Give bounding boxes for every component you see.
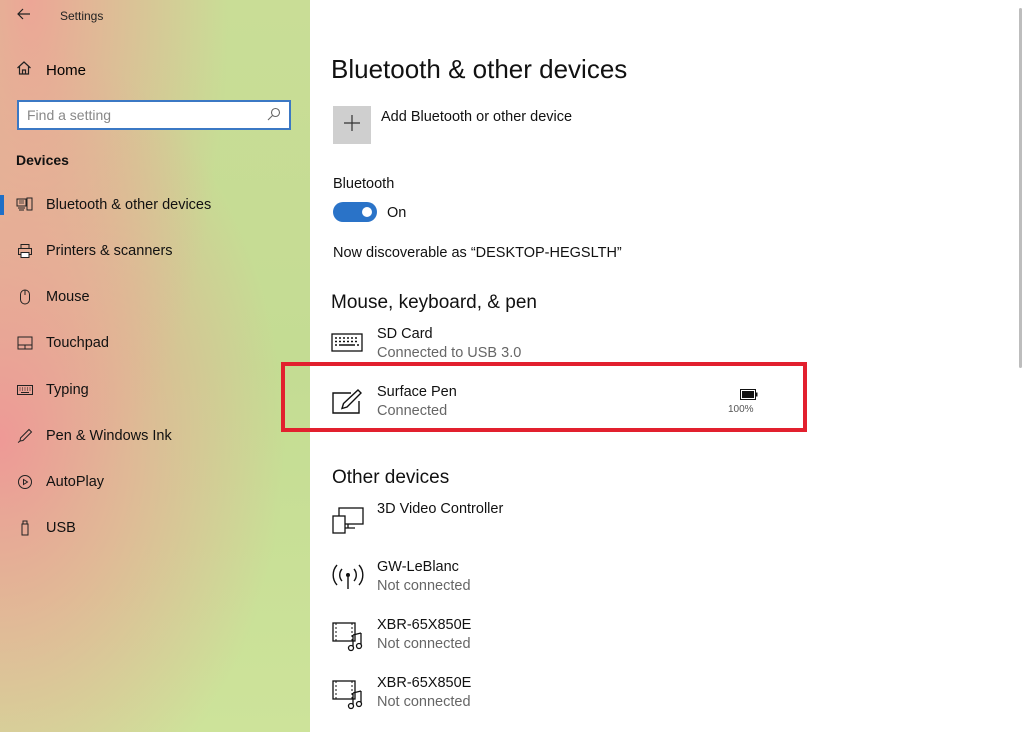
sidebar-item-label: Pen & Windows Ink xyxy=(46,428,172,444)
bluetooth-toggle[interactable] xyxy=(333,202,377,222)
add-device-label[interactable]: Add Bluetooth or other device xyxy=(381,109,572,125)
device-name: Surface Pen xyxy=(377,384,457,400)
sidebar-item-label: Typing xyxy=(46,382,89,398)
device-gw-leblanc[interactable]: GW-LeBlanc Not connected xyxy=(331,559,791,607)
discoverable-text: Now discoverable as “DESKTOP-HEGSLTH” xyxy=(333,245,622,261)
app-title: Settings xyxy=(60,9,104,23)
autoplay-icon xyxy=(16,473,34,491)
sidebar-item-label: USB xyxy=(46,520,76,536)
sidebar-item-typing[interactable]: Typing xyxy=(0,370,310,410)
media-device-icon xyxy=(331,621,367,652)
sidebar-item-label: AutoPlay xyxy=(46,474,105,490)
mouse-icon xyxy=(16,288,34,306)
device-name: XBR-65X850E xyxy=(377,675,472,691)
sidebar-item-pen[interactable]: Pen & Windows Ink xyxy=(0,416,310,456)
device-name: XBR-65X850E xyxy=(377,617,472,633)
device-status: Not connected xyxy=(377,578,471,594)
sidebar-item-printers[interactable]: Printers & scanners xyxy=(0,231,310,271)
page-title: Bluetooth & other devices xyxy=(331,54,628,84)
sidebar-item-touchpad[interactable]: Touchpad xyxy=(0,323,310,363)
other-devices-title: Other devices xyxy=(332,467,450,488)
sidebar-item-usb[interactable]: USB xyxy=(0,508,310,548)
device-sd-card[interactable]: SD Card Connected to USB 3.0 xyxy=(331,326,791,374)
sidebar-item-mouse[interactable]: Mouse xyxy=(0,277,310,317)
sidebar-item-label: Bluetooth & other devices xyxy=(46,197,212,213)
display-device-icon xyxy=(331,505,367,535)
bluetooth-label: Bluetooth xyxy=(333,176,395,192)
device-status: Connected to USB 3.0 xyxy=(377,345,522,361)
battery-percentage: 100% xyxy=(728,404,754,415)
sidebar-item-label: Mouse xyxy=(46,289,90,305)
device-name: GW-LeBlanc xyxy=(377,559,459,575)
pen-icon xyxy=(16,427,34,445)
sidebar-item-bluetooth[interactable]: Bluetooth & other devices xyxy=(0,185,310,225)
bluetooth-state-label: On xyxy=(387,205,407,221)
nav-home-label: Home xyxy=(46,61,87,79)
device-name: SD Card xyxy=(377,326,433,342)
touchpad-icon xyxy=(16,334,34,352)
search-box[interactable] xyxy=(17,100,291,130)
home-icon xyxy=(16,60,32,81)
mouse-keyboard-pen-title: Mouse, keyboard, & pen xyxy=(331,292,537,313)
devices-section-title: Devices xyxy=(16,152,69,168)
back-arrow-icon[interactable] xyxy=(14,6,34,26)
main-panel: Bluetooth & other devices Add Bluetooth … xyxy=(310,0,1024,732)
search-icon[interactable] xyxy=(267,107,281,121)
device-xbr-65x850e-1[interactable]: XBR-65X850E Not connected xyxy=(331,617,791,665)
add-device-button[interactable] xyxy=(333,106,371,144)
title-bar: Settings xyxy=(0,0,310,32)
search-input[interactable] xyxy=(27,106,267,124)
media-device-icon xyxy=(331,679,367,710)
bluetooth-devices-icon xyxy=(16,196,34,214)
sidebar-item-autoplay[interactable]: AutoPlay xyxy=(0,462,310,502)
printer-icon xyxy=(16,242,34,260)
nav-home[interactable]: Home xyxy=(16,58,86,82)
scrollbar[interactable] xyxy=(1019,8,1022,368)
plus-icon xyxy=(343,114,361,137)
device-status: Not connected xyxy=(377,636,471,652)
device-3d-video-controller[interactable]: 3D Video Controller xyxy=(331,501,791,549)
pen-tablet-icon xyxy=(331,388,367,418)
sidebar-item-label: Printers & scanners xyxy=(46,243,173,259)
sidebar-item-label: Touchpad xyxy=(46,335,109,351)
device-name: 3D Video Controller xyxy=(377,501,504,517)
battery-icon xyxy=(740,387,758,400)
usb-icon xyxy=(16,519,34,537)
device-status: Not connected xyxy=(377,694,471,710)
device-status: Connected xyxy=(377,403,448,419)
keyboard-icon xyxy=(16,381,34,399)
wireless-icon xyxy=(331,563,367,593)
device-xbr-65x850e-2[interactable]: XBR-65X850E Not connected xyxy=(331,675,791,723)
keyboard-icon xyxy=(331,330,367,360)
sidebar: Settings Home Devices Bluetooth & other … xyxy=(0,0,310,732)
device-surface-pen[interactable]: Surface Pen Connected xyxy=(331,384,791,432)
toggle-knob xyxy=(362,207,372,217)
